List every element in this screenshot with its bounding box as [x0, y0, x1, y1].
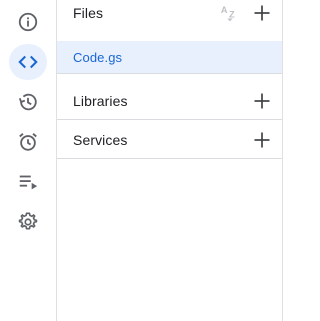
sort-az-icon: A Z	[221, 5, 235, 22]
add-file-button[interactable]	[250, 1, 274, 25]
svg-text:Z: Z	[229, 10, 235, 20]
sort-az-button[interactable]: A Z	[218, 1, 242, 25]
editor-button[interactable]	[9, 44, 47, 80]
files-panel: Files A Z Code.gs Libraries Services	[57, 0, 283, 321]
files-section-header: Files A Z	[57, 0, 282, 32]
history-icon	[18, 93, 37, 111]
left-nav-rail	[0, 0, 57, 321]
apps-script-editor: Files A Z Code.gs Libraries Services	[0, 0, 287, 321]
info-icon	[18, 12, 38, 32]
code-icon	[18, 55, 38, 69]
executions-button[interactable]	[9, 164, 47, 200]
add-icon	[254, 5, 270, 21]
add-icon	[254, 132, 270, 147]
libraries-section: Libraries	[57, 82, 282, 120]
file-name: Code.gs	[73, 49, 123, 65]
file-item-code-gs[interactable]: Code.gs	[57, 41, 282, 74]
project-settings-button[interactable]	[9, 204, 47, 240]
playlist-play-icon	[19, 175, 38, 190]
alarm-icon	[19, 133, 37, 151]
project-history-button[interactable]	[9, 84, 47, 120]
svg-text:A: A	[221, 5, 228, 15]
overview-button[interactable]	[9, 4, 47, 40]
files-header-label: Files	[73, 5, 104, 21]
add-library-button[interactable]	[250, 89, 274, 113]
add-service-button[interactable]	[250, 128, 274, 152]
libraries-label: Libraries	[73, 92, 128, 109]
services-label: Services	[73, 131, 128, 148]
triggers-button[interactable]	[9, 124, 47, 160]
services-section: Services	[57, 121, 282, 159]
add-icon	[254, 93, 270, 108]
gear-icon	[18, 212, 38, 230]
